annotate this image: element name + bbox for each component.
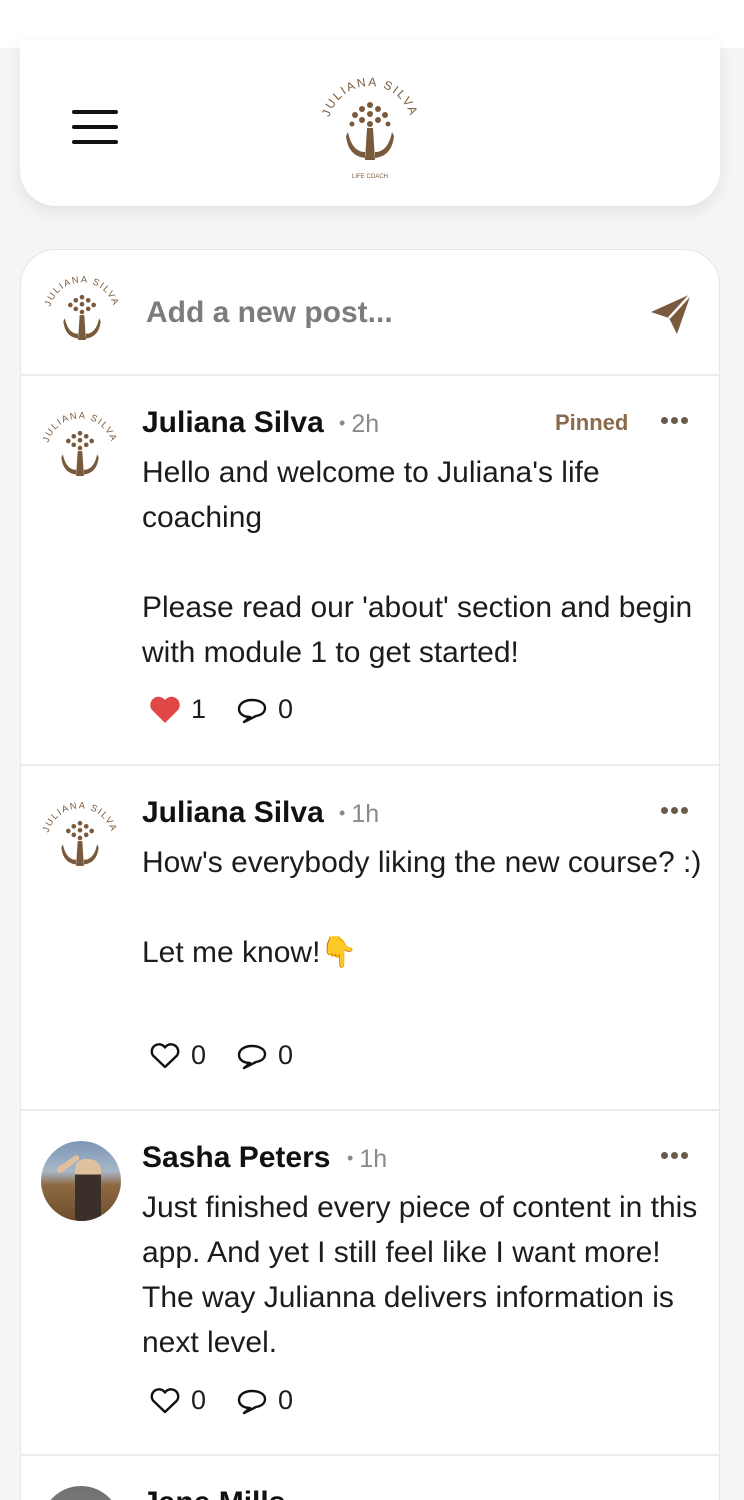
post-actions: 0 0	[149, 1385, 293, 1416]
brand-logo[interactable]: JULIANA SILVA LIFE COACH	[319, 70, 420, 185]
like-count: 0	[191, 1385, 207, 1415]
comment-button[interactable]: 0	[236, 694, 293, 725]
comment-button[interactable]: 0	[236, 1040, 293, 1071]
new-post-input[interactable]: Add a new post...	[146, 296, 393, 330]
comment-button[interactable]: 0	[236, 1385, 293, 1416]
post-text: How's everybody liking the new course? :…	[142, 846, 702, 969]
post-card: JULIANA SILVA Juliana Silva 2h Pinned He…	[21, 376, 719, 766]
like-count: 1	[191, 694, 207, 724]
comment-bubble-icon	[237, 1389, 267, 1414]
like-button[interactable]: 1	[149, 694, 206, 725]
like-button[interactable]: 0	[149, 1040, 206, 1071]
pinned-badge: Pinned	[555, 410, 629, 435]
feed: JULIANA SILVA Add a new post... JULIANA …	[20, 249, 720, 1500]
more-options-icon[interactable]	[661, 1145, 689, 1165]
author-avatar[interactable]: JULIANA SILVA	[41, 406, 119, 490]
more-options-icon[interactable]	[661, 800, 689, 820]
comment-bubble-icon	[237, 1044, 267, 1069]
post-text: Just finished every piece of content in …	[142, 1191, 698, 1359]
post-actions: 1 0	[149, 694, 293, 725]
post-text: Hello and welcome to Juliana's life coac…	[142, 456, 693, 669]
author-avatar[interactable]	[41, 1486, 121, 1500]
app-header: JULIANA SILVA LIFE COACH	[20, 40, 720, 206]
comment-count: 0	[278, 1385, 294, 1415]
author-avatar[interactable]: JULIANA SILVA	[41, 796, 119, 880]
heart-filled-icon	[150, 696, 180, 723]
comment-count: 0	[278, 694, 294, 724]
composer-avatar: JULIANA SILVA	[43, 270, 121, 354]
author-avatar[interactable]	[41, 1141, 121, 1221]
post-author-name[interactable]: Sasha Peters	[142, 1141, 330, 1175]
hamburger-menu-icon[interactable]	[72, 110, 118, 144]
comment-bubble-icon	[237, 698, 267, 723]
post-card: JULIANA SILVA Juliana Silva 1h How's eve…	[21, 766, 719, 1111]
more-options-icon[interactable]	[661, 410, 689, 430]
like-button[interactable]: 0	[149, 1385, 206, 1416]
heart-outline-icon	[150, 1042, 180, 1068]
post-card: Sasha Peters 1h Just finished every piec…	[21, 1111, 719, 1456]
post-author-name[interactable]: Juliana Silva	[142, 796, 324, 830]
heart-outline-icon	[150, 1387, 180, 1413]
post-timestamp: 2h	[339, 410, 379, 439]
post-author-name[interactable]: Jane Mills	[142, 1486, 285, 1500]
post-actions: 0 0	[149, 1040, 293, 1071]
logo-subtitle: LIFE COACH	[352, 174, 388, 180]
paper-plane-icon[interactable]	[647, 290, 695, 338]
like-count: 0	[191, 1040, 207, 1070]
post-composer[interactable]: JULIANA SILVA Add a new post...	[21, 250, 719, 376]
post-timestamp: 1h	[339, 800, 379, 829]
post-timestamp: 1h	[347, 1145, 387, 1174]
post-author-name[interactable]: Juliana Silva	[142, 406, 324, 440]
comment-count: 0	[278, 1040, 294, 1070]
